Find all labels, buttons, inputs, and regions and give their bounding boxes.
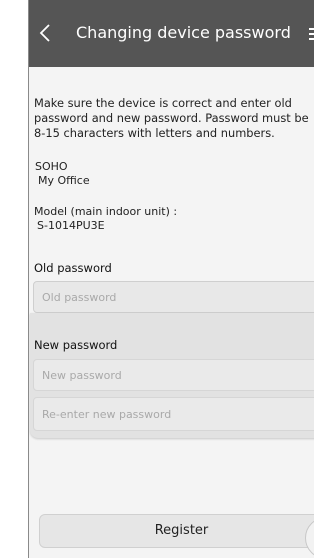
new-password-card: New password	[30, 313, 314, 438]
old-password-field[interactable]	[33, 281, 314, 313]
site-location: My Office	[38, 174, 90, 187]
new-password-field[interactable]	[33, 359, 314, 391]
chevron-left-icon	[39, 24, 50, 42]
reenter-password-input[interactable]	[34, 398, 314, 430]
app-screen: Changing device password Make sure the d…	[28, 0, 314, 558]
page-title: Changing device password	[76, 23, 291, 42]
app-header: Changing device password	[29, 0, 314, 67]
model-label: Model (main indoor unit) :	[34, 205, 178, 218]
old-password-input[interactable]	[34, 282, 314, 312]
menu-button[interactable]	[309, 28, 314, 40]
reenter-password-field[interactable]	[33, 397, 314, 431]
new-password-input[interactable]	[34, 360, 314, 390]
model-value: S-1014PU3E	[37, 219, 105, 232]
menu-icon	[309, 28, 314, 40]
register-button[interactable]: Register	[39, 514, 314, 548]
site-info: SOHO My Office	[35, 160, 90, 188]
instructions-text: Make sure the device is correct and ente…	[34, 96, 309, 140]
new-password-label: New password	[34, 338, 118, 352]
back-button[interactable]	[36, 21, 56, 45]
site-name: SOHO	[35, 160, 68, 173]
model-info: Model (main indoor unit) : S-1014PU3E	[34, 205, 177, 233]
old-password-label: Old password	[34, 261, 112, 275]
